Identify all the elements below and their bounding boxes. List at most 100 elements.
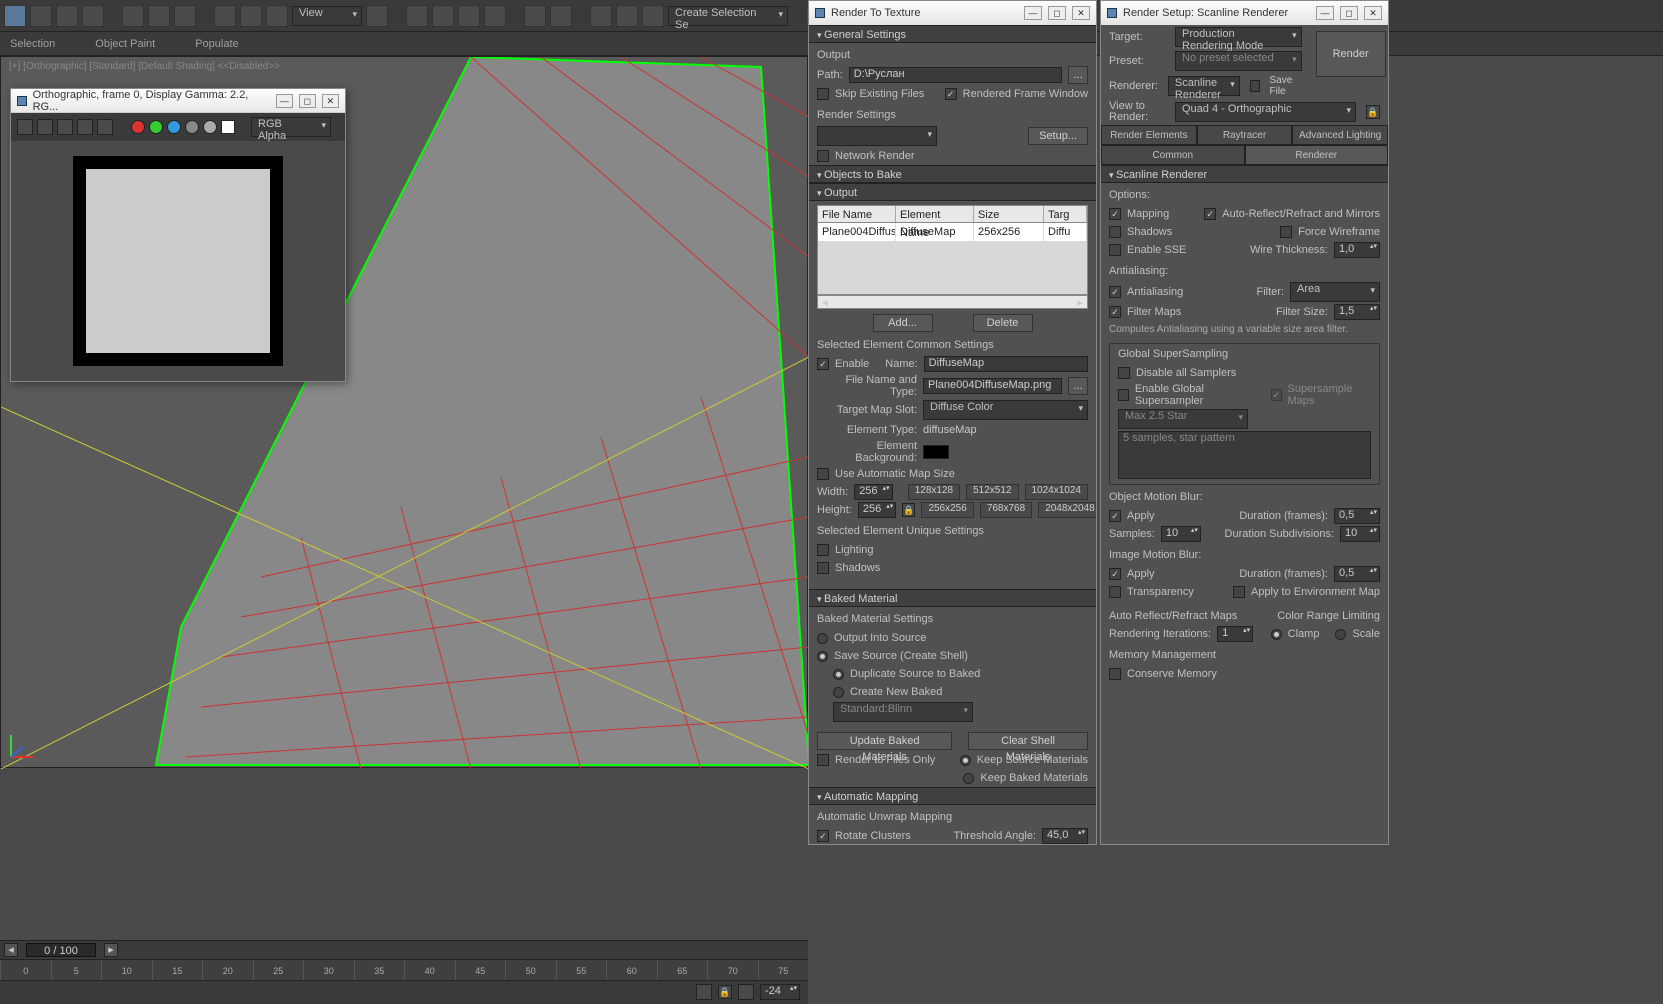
- th-element[interactable]: Element Name: [896, 206, 974, 222]
- tab-renderer[interactable]: Renderer: [1245, 145, 1389, 165]
- ois-radio[interactable]: [817, 633, 828, 644]
- network-render-check[interactable]: [817, 150, 829, 162]
- copy-icon[interactable]: [37, 119, 53, 135]
- maximize-button[interactable]: ◻: [299, 94, 316, 108]
- tool-btn[interactable]: [590, 5, 612, 27]
- tool-btn[interactable]: [56, 5, 78, 27]
- enablesse-check[interactable]: [1109, 244, 1121, 256]
- selectionset-dropdown[interactable]: Create Selection Se: [668, 6, 788, 26]
- framewin-titlebar[interactable]: Orthographic, frame 0, Display Gamma: 2.…: [11, 89, 345, 113]
- tab-common[interactable]: Common: [1101, 145, 1245, 165]
- print-icon[interactable]: [77, 119, 93, 135]
- minimize-button[interactable]: —: [276, 94, 293, 108]
- trans-check[interactable]: [1109, 586, 1121, 598]
- filter-dropdown[interactable]: Area: [1290, 282, 1380, 302]
- tool-btn[interactable]: [524, 5, 546, 27]
- close-button[interactable]: ✕: [1072, 6, 1090, 20]
- shadows-check[interactable]: [1109, 226, 1121, 238]
- tool-btn[interactable]: [240, 5, 262, 27]
- th-size[interactable]: Size: [974, 206, 1044, 222]
- clear-icon[interactable]: [97, 119, 113, 135]
- size-768[interactable]: 768x768: [980, 502, 1032, 518]
- cnb-radio[interactable]: [833, 687, 844, 698]
- shadows-check[interactable]: [817, 562, 829, 574]
- aa-check[interactable]: [1109, 286, 1121, 298]
- rtt-titlebar[interactable]: Render To Texture — ◻ ✕: [809, 1, 1096, 25]
- scale-radio[interactable]: [1335, 629, 1346, 640]
- lock-icon[interactable]: 🔒: [718, 985, 732, 999]
- select-tool[interactable]: [4, 5, 26, 27]
- size-2048[interactable]: 2048x2048: [1038, 502, 1096, 518]
- statusbar-icon[interactable]: [738, 984, 754, 1000]
- rollout-general[interactable]: General Settings: [809, 25, 1096, 43]
- clear-shell-button[interactable]: Clear Shell Materials: [968, 732, 1088, 750]
- kbm-radio[interactable]: [963, 773, 974, 784]
- scroll-left[interactable]: ◂: [4, 943, 18, 957]
- tool-btn[interactable]: [366, 5, 388, 27]
- tool-btn[interactable]: [550, 5, 572, 27]
- rotate-clusters-check[interactable]: [817, 830, 829, 842]
- render-button[interactable]: Render: [1316, 31, 1386, 77]
- ribbon-tab-populate[interactable]: Populate: [195, 38, 238, 50]
- tool-btn[interactable]: [174, 5, 196, 27]
- browse-button[interactable]: ...: [1068, 377, 1088, 395]
- clamp-radio[interactable]: [1271, 629, 1282, 640]
- close-button[interactable]: ✕: [322, 94, 339, 108]
- rollout-baked[interactable]: Baked Material: [809, 589, 1096, 607]
- ribbon-tab-selection[interactable]: Selection: [10, 38, 55, 50]
- target-dropdown[interactable]: Production Rendering Mode: [1175, 27, 1302, 47]
- update-baked-button[interactable]: Update Baked Materials: [817, 732, 952, 750]
- size-256[interactable]: 256x256: [921, 502, 973, 518]
- path-input[interactable]: D:\Руслан: [849, 67, 1062, 83]
- framewin-canvas[interactable]: [11, 141, 345, 381]
- wirethick-spinner[interactable]: 1,0: [1334, 242, 1380, 258]
- alpha-channel[interactable]: [185, 120, 199, 134]
- enable-check[interactable]: [817, 358, 829, 370]
- add-button[interactable]: Add...: [873, 314, 933, 332]
- channel-dropdown[interactable]: RGB Alpha: [251, 117, 331, 137]
- savefile-check[interactable]: [1250, 80, 1260, 92]
- egs-check[interactable]: [1118, 389, 1129, 401]
- filtersize-spinner[interactable]: 1,5: [1334, 304, 1380, 320]
- rollout-output[interactable]: Output: [809, 183, 1096, 201]
- rollout-scanline[interactable]: Scanline Renderer: [1101, 165, 1388, 183]
- close-button[interactable]: ✕: [1364, 6, 1382, 20]
- status-spinner[interactable]: -24: [760, 984, 800, 1000]
- target-map-dropdown[interactable]: Diffuse Color: [923, 400, 1088, 420]
- save-icon[interactable]: [17, 119, 33, 135]
- tool-btn[interactable]: [30, 5, 52, 27]
- filtermaps-check[interactable]: [1109, 306, 1121, 318]
- mapping-check[interactable]: [1109, 208, 1121, 220]
- tool-btn[interactable]: [432, 5, 454, 27]
- tool-btn[interactable]: [82, 5, 104, 27]
- tool-btn[interactable]: [484, 5, 506, 27]
- time-ruler[interactable]: 05 1015 2025 3035 4045 5055 6065 7075: [0, 959, 808, 981]
- rollout-objects[interactable]: Objects to Bake: [809, 165, 1096, 183]
- ribbon-tab-objectpaint[interactable]: Object Paint: [95, 38, 155, 50]
- tool-btn[interactable]: [642, 5, 664, 27]
- renderer-dropdown[interactable]: Scanline Renderer: [1168, 76, 1240, 96]
- tool-btn[interactable]: [214, 5, 236, 27]
- blinn-dropdown[interactable]: Standard:Blinn: [833, 702, 973, 722]
- height-spinner[interactable]: 256: [858, 502, 896, 518]
- mono-channel[interactable]: [203, 120, 217, 134]
- filename-input[interactable]: Plane004DiffuseMap.png: [923, 378, 1062, 394]
- render-preset-dropdown[interactable]: [817, 126, 937, 146]
- forcewire-check[interactable]: [1280, 226, 1292, 238]
- ksm-radio[interactable]: [960, 755, 971, 766]
- atem-check[interactable]: [1233, 586, 1245, 598]
- dsb-radio[interactable]: [833, 669, 844, 680]
- bg-swatch[interactable]: [923, 445, 949, 459]
- imb-apply-check[interactable]: [1109, 568, 1121, 580]
- rtfo-check[interactable]: [817, 754, 829, 766]
- red-channel[interactable]: [131, 120, 145, 134]
- minimize-button[interactable]: —: [1316, 6, 1334, 20]
- statusbar-icon[interactable]: [696, 984, 712, 1000]
- browse-button[interactable]: ...: [1068, 66, 1088, 84]
- imb-duration-spinner[interactable]: 0,5: [1334, 566, 1380, 582]
- samples-spinner[interactable]: 10: [1161, 526, 1201, 542]
- tool-btn[interactable]: [122, 5, 144, 27]
- tool-btn[interactable]: [458, 5, 480, 27]
- tab-raytracer[interactable]: Raytracer: [1197, 125, 1293, 145]
- swatch-white[interactable]: [221, 120, 235, 134]
